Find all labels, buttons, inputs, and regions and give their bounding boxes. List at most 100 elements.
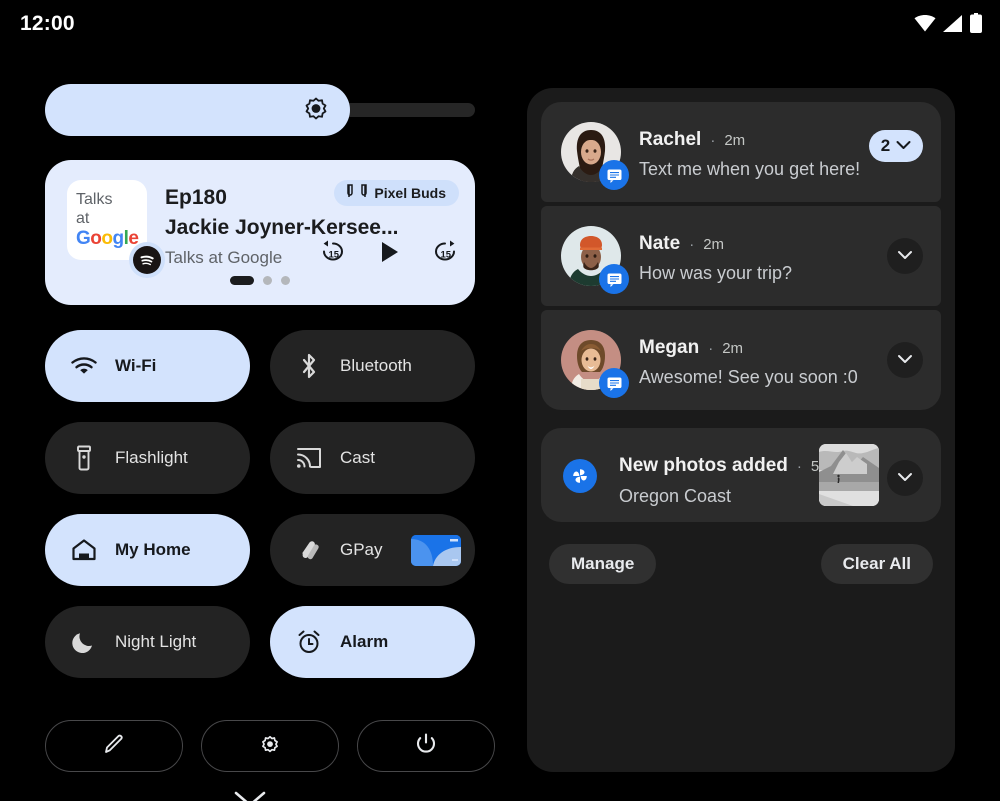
- forward-15-button[interactable]: 15: [431, 238, 459, 266]
- photos-header: New photos added · 5m: [619, 455, 832, 477]
- message-icon: [599, 368, 629, 398]
- footer-button-group: [45, 720, 495, 772]
- brightness-sun-icon: [303, 97, 329, 123]
- notification-time: 2m: [724, 132, 746, 149]
- notification-new-photos[interactable]: New photos added · 5m Oregon Coast: [541, 428, 941, 522]
- album-art-line2: at: [76, 210, 90, 227]
- album-art-line1: Talks: [76, 191, 113, 208]
- bluetooth-icon: [296, 353, 322, 379]
- power-button[interactable]: [357, 720, 495, 772]
- notification-panel: Rachel · 2m Text me when you get here! 2: [527, 88, 955, 772]
- google-photos-icon: [563, 459, 597, 493]
- tile-label: GPay: [340, 540, 383, 559]
- settings-button[interactable]: [201, 720, 339, 772]
- brightness-slider[interactable]: [45, 84, 475, 136]
- tile-flashlight[interactable]: Flashlight: [45, 422, 250, 494]
- wifi-icon: [71, 353, 97, 379]
- notification-separator: ·: [710, 132, 716, 149]
- tile-row: Flashlight Cast: [45, 422, 475, 494]
- tile-label: Wi-Fi: [115, 356, 157, 375]
- media-artist: Talks at Google: [165, 248, 283, 267]
- quick-settings-screen: 12:00 Talks at Google Ep180 Jackie Joyne…: [0, 0, 1000, 801]
- tile-label: Night Light: [115, 632, 197, 651]
- alarm-clock-icon: [296, 629, 322, 655]
- tile-my-home[interactable]: My Home: [45, 514, 250, 586]
- photos-subtitle: Oregon Coast: [619, 486, 732, 506]
- notification-expand-button[interactable]: [887, 460, 923, 496]
- notification-sender: Rachel: [639, 129, 702, 150]
- media-episode: Ep180: [165, 186, 227, 209]
- notification-message: Awesome! See you soon :0: [639, 367, 858, 387]
- chevron-down-icon: [233, 790, 267, 801]
- g-letter: G: [76, 228, 91, 249]
- message-icon: [599, 160, 629, 190]
- photos-title: New photos added: [619, 455, 788, 476]
- notification-nate[interactable]: Nate · 2m How was your trip?: [541, 206, 941, 306]
- notification-expand-button[interactable]: [887, 342, 923, 378]
- edit-tiles-button[interactable]: [45, 720, 183, 772]
- collapse-handle[interactable]: [0, 790, 500, 801]
- notification-header: Megan · 2m: [639, 337, 743, 359]
- svg-text:15: 15: [329, 250, 340, 261]
- notification-count: 2: [880, 136, 891, 155]
- media-player-card[interactable]: Talks at Google Ep180 Jackie Joyner-Kers…: [45, 160, 475, 305]
- notification-rachel[interactable]: Rachel · 2m Text me when you get here! 2: [541, 102, 941, 202]
- tile-wifi[interactable]: Wi-Fi: [45, 330, 250, 402]
- flashlight-icon: [71, 445, 97, 471]
- quick-settings-tiles: Wi-Fi Bluetooth Flashlight Cast My Home …: [45, 330, 475, 698]
- moon-icon: [71, 629, 97, 655]
- message-icon: [599, 264, 629, 294]
- output-device-chip[interactable]: Pixel Buds: [334, 180, 459, 206]
- manage-button[interactable]: Manage: [549, 544, 657, 584]
- notification-expand-button[interactable]: [887, 238, 923, 274]
- g-letter: o: [90, 228, 102, 249]
- play-button[interactable]: [375, 238, 403, 266]
- tile-alarm[interactable]: Alarm: [270, 606, 475, 678]
- status-bar: 12:00: [0, 0, 1000, 52]
- spotify-icon: [133, 246, 161, 274]
- notification-separator: ·: [708, 340, 714, 357]
- tile-label: Flashlight: [115, 448, 188, 467]
- notification-megan[interactable]: Megan · 2m Awesome! See you soon :0: [541, 310, 941, 410]
- chevron-down-icon: [896, 137, 911, 155]
- tile-label: Cast: [340, 448, 375, 467]
- page-dot-active[interactable]: [230, 276, 254, 285]
- gear-icon: [258, 732, 282, 761]
- page-dot[interactable]: [263, 276, 272, 285]
- tile-night-light[interactable]: Night Light: [45, 606, 250, 678]
- chevron-down-icon: [897, 247, 913, 265]
- tile-cast[interactable]: Cast: [270, 422, 475, 494]
- quick-settings-column: Talks at Google Ep180 Jackie Joyner-Kers…: [0, 52, 500, 801]
- tile-label: My Home: [115, 540, 191, 559]
- tile-bluetooth[interactable]: Bluetooth: [270, 330, 475, 402]
- chevron-down-icon: [897, 351, 913, 369]
- tile-row: My Home GPay: [45, 514, 475, 586]
- media-page-dots: [45, 276, 475, 285]
- page-dot[interactable]: [281, 276, 290, 285]
- media-controls: 15 15: [319, 238, 459, 266]
- output-device-label: Pixel Buds: [374, 185, 446, 201]
- clear-all-button[interactable]: Clear All: [820, 544, 933, 584]
- tile-row: Night Light Alarm: [45, 606, 475, 678]
- gpay-icon: [296, 537, 322, 563]
- cast-icon: [296, 445, 322, 471]
- chevron-down-icon: [897, 469, 913, 487]
- rewind-15-button[interactable]: 15: [319, 238, 347, 266]
- notification-count-chip[interactable]: 2: [869, 130, 923, 162]
- app-badge: [129, 242, 165, 278]
- tile-gpay[interactable]: GPay: [270, 514, 475, 586]
- status-clock: 12:00: [20, 12, 75, 35]
- wifi-icon: [914, 14, 936, 32]
- pencil-icon: [102, 732, 126, 761]
- status-icon-group: [914, 13, 982, 33]
- home-icon: [71, 537, 97, 563]
- notification-separator: ·: [689, 236, 695, 253]
- signal-icon: [943, 14, 963, 32]
- notification-time: 2m: [722, 340, 744, 357]
- media-title: Jackie Joyner-Kersee...: [165, 216, 399, 239]
- battery-icon: [970, 13, 982, 33]
- svg-text:15: 15: [441, 250, 452, 261]
- tile-label: Bluetooth: [340, 356, 412, 375]
- power-icon: [414, 732, 438, 761]
- notification-action-row: Manage Clear All: [541, 526, 941, 584]
